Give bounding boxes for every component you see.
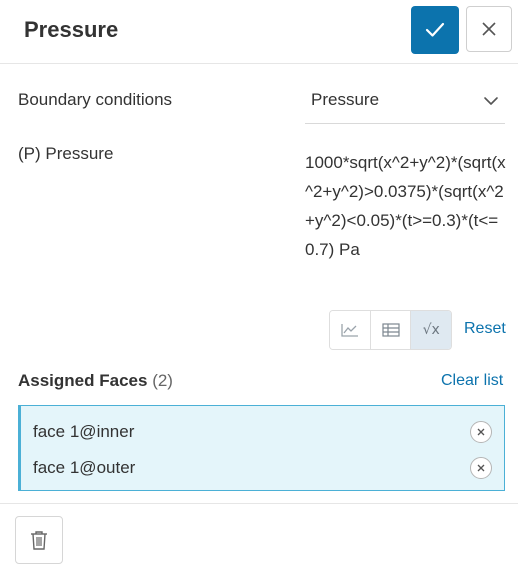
delete-button[interactable] [15,516,63,564]
confirm-button[interactable] [411,6,459,54]
checkmark-icon [425,22,445,37]
trash-icon [31,531,47,550]
table-mode-button[interactable] [370,311,412,349]
dialog-header: Pressure [0,0,518,64]
close-icon [477,464,485,472]
boundary-conditions-value: Pressure [311,90,380,109]
boundary-conditions-select[interactable]: Pressure [305,80,505,124]
remove-face-button[interactable] [470,457,492,479]
formula-icon: √x [422,322,440,338]
pressure-label: (P) Pressure [18,144,114,163]
chart-icon [341,324,358,337]
footer-divider [0,503,518,504]
assigned-faces-count: (2) [152,371,173,390]
assigned-faces-label: Assigned Faces [18,371,148,390]
close-icon [482,22,496,36]
reset-link[interactable]: Reset [464,320,506,338]
input-mode-group: √x [329,310,452,350]
remove-face-button[interactable] [470,421,492,443]
face-item-label: face 1@outer [33,458,136,477]
assigned-faces-title: Assigned Faces (2) [18,371,173,391]
assigned-faces-list: face 1@inner face 1@outer [18,405,505,491]
formula-mode-button[interactable]: √x [411,311,451,349]
pressure-expression-field[interactable]: 1000*sqrt(x^2+y^2)*(sqrt(x^2+y^2)>0.0375… [305,148,510,264]
table-icon [381,323,400,337]
face-item-label: face 1@inner [33,422,135,441]
chevron-down-icon [484,97,498,105]
close-icon [477,428,485,436]
boundary-conditions-label: Boundary conditions [18,90,173,109]
clear-list-link[interactable]: Clear list [441,372,503,390]
page-title: Pressure [24,17,119,42]
close-button[interactable] [466,6,512,52]
chart-mode-button[interactable] [330,311,371,349]
